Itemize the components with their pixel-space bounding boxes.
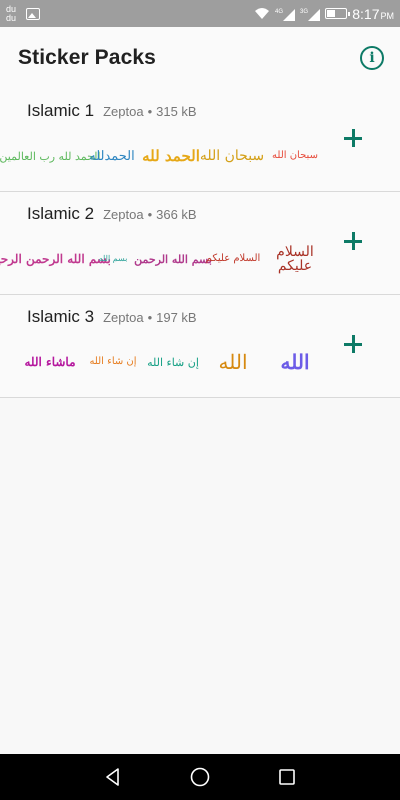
plus-icon[interactable]: [342, 127, 364, 149]
pack-size: 315 kB: [156, 104, 197, 119]
sticker-preview: سبحان الله: [199, 148, 265, 164]
pack-name: Islamic 1: [27, 101, 95, 120]
clock: 8:17PM: [352, 6, 394, 22]
pack-meta: Zeptoa • 315 kB: [103, 104, 197, 119]
sticker-preview: بسم الله الرحمن الرحيم: [0, 252, 111, 266]
sticker-preview: سبحان الله: [272, 150, 318, 161]
pack-meta: Zeptoa • 197 kB: [103, 310, 197, 325]
pack-size: 197 kB: [156, 310, 197, 325]
sticker-preview: إن شاء الله: [89, 356, 137, 367]
sticker-pack-item[interactable]: Islamic 3 Zeptoa • 197 kB ماشاء الله إن شا…: [0, 295, 400, 398]
signal-4g-icon: 4G: [275, 8, 296, 21]
pack-header: Islamic 3 Zeptoa • 197 kB: [27, 307, 197, 327]
clock-time: 8:17: [352, 5, 380, 22]
sticker-preview: الحمدلله: [89, 148, 135, 164]
sticker-preview-row: الحمد لله رب العالمين الحمدلله الحمد لله…: [0, 133, 322, 179]
pack-header: Islamic 1 Zeptoa • 315 kB: [27, 101, 197, 121]
pack-publisher: Zeptoa: [103, 104, 144, 119]
info-icon[interactable]: i: [360, 46, 384, 70]
status-bar-left: du du: [6, 3, 40, 23]
sticker-preview: ماشاء الله: [24, 355, 76, 369]
pack-publisher: Zeptoa: [103, 207, 144, 222]
pack-size: 366 kB: [156, 207, 197, 222]
pack-header: Islamic 2 Zeptoa • 366 kB: [27, 204, 197, 224]
battery-icon: [325, 8, 351, 19]
sticker-preview: الحمد لله رب العالمين: [0, 149, 101, 163]
sticker-preview-row: ماشاء الله إن شاء الله إن شاء الله الله …: [22, 339, 322, 385]
sticker-preview: الله: [280, 350, 310, 374]
clock-ampm: PM: [380, 10, 395, 21]
meta-separator: •: [147, 207, 153, 222]
sticker-pack-item[interactable]: Islamic 2 Zeptoa • 366 kB بسم الله الرحمن …: [0, 192, 400, 295]
page-title: Sticker Packs: [18, 46, 156, 69]
sticker-preview: الحمد لله: [142, 146, 200, 165]
pack-publisher: Zeptoa: [103, 310, 144, 325]
sticker-pack-item[interactable]: Islamic 1 Zeptoa • 315 kB الحمد لله رب الع…: [0, 89, 400, 192]
status-bar-right: 4G 3G 8:17PM: [254, 6, 394, 22]
sticker-preview-row: بسم الله الرحمن الرحيم بسم الله بسم الله…: [0, 236, 322, 282]
meta-separator: •: [147, 310, 153, 325]
sticker-preview: إن شاء الله: [147, 355, 199, 369]
signal-3g-icon: 3G: [300, 8, 321, 21]
sticker-pack-list: Islamic 1 Zeptoa • 315 kB الحمد لله رب الع…: [0, 89, 400, 398]
network-3g-label: 3G: [300, 9, 308, 15]
pack-name: Islamic 2: [27, 204, 95, 223]
sticker-preview: الله: [218, 350, 248, 374]
carrier-notification: du du: [6, 3, 17, 23]
sticker-preview: بسم الله: [98, 254, 128, 263]
back-icon[interactable]: [103, 767, 123, 787]
info-glyph: i: [369, 50, 375, 66]
meta-separator: •: [147, 104, 153, 119]
system-nav-bar: [0, 754, 400, 800]
sticker-preview: بسم الله الرحمن: [134, 252, 212, 266]
sticker-preview: السلام عليكم: [276, 244, 314, 274]
pack-name: Islamic 3: [27, 307, 95, 326]
image-notification-icon: [26, 7, 40, 20]
status-bar: du du 4G 3G 8:17PM: [0, 0, 400, 27]
network-4g-label: 4G: [275, 9, 283, 15]
pack-meta: Zeptoa • 366 kB: [103, 207, 197, 222]
sticker-preview: السلام عليكم: [205, 253, 261, 264]
home-icon[interactable]: [189, 766, 211, 788]
wifi-icon: [255, 8, 270, 19]
app-bar: Sticker Packs i: [0, 27, 400, 89]
plus-icon[interactable]: [342, 333, 364, 355]
plus-icon[interactable]: [342, 230, 364, 252]
recents-icon[interactable]: [277, 767, 297, 787]
